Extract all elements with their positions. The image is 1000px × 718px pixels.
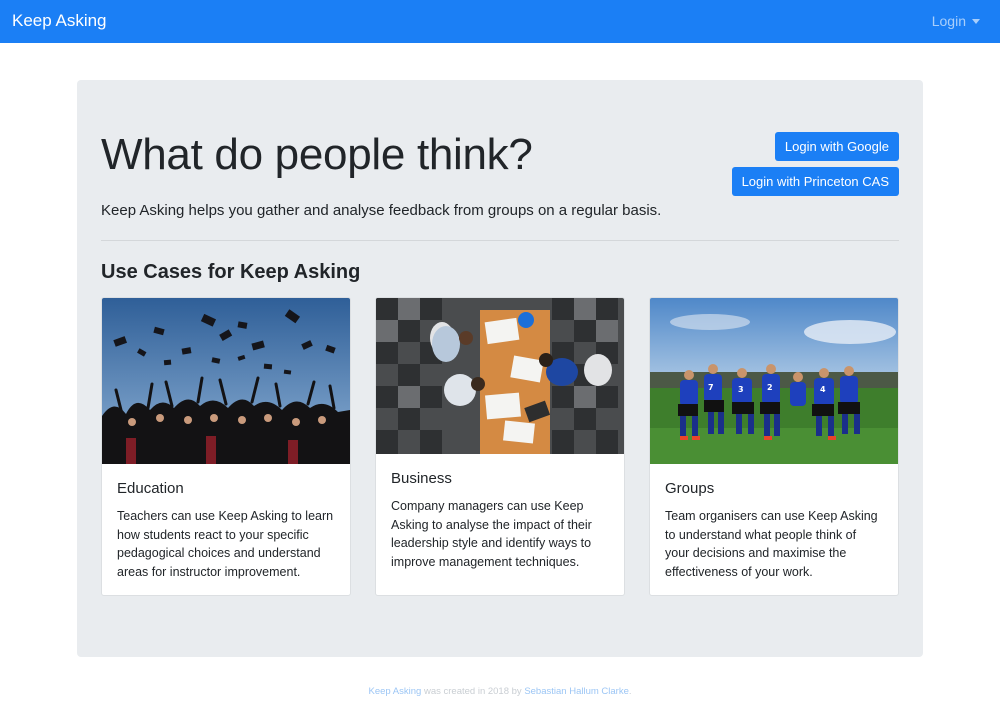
card-body: Groups Team organisers can use Keep Aski… [650,464,898,581]
login-google-button[interactable]: Login with Google [774,132,899,161]
footer-period: . [628,686,632,697]
card-text: Company managers can use Keep Asking to … [391,499,592,569]
svg-text:4: 4 [820,385,826,394]
card-title: Business [391,470,452,487]
card-business: Business Company managers can use Keep A… [375,297,625,596]
card-body: Business Company managers can use Keep A… [376,454,624,571]
login-label: Login [931,13,966,29]
card-groups: 7 3 2 4 Groups Team organisers can use K… [649,297,899,596]
login-dropdown[interactable]: Login [932,13,980,29]
card-text: Teachers can use Keep Asking to learn ho… [117,509,334,579]
page-title: What do people think? [101,130,533,179]
hero-lead: Keep Asking helps you gather and analyse… [101,202,662,219]
footer-text: was created in 2018 by [421,686,525,697]
svg-text:3: 3 [738,385,744,394]
card-title: Education [117,480,184,497]
svg-text:7: 7 [708,383,714,392]
graduation-image [102,298,350,464]
card-text: Team organisers can use Keep Asking to u… [665,509,878,579]
card-education: Education Teachers can use Keep Asking t… [101,297,351,596]
footer-author-link[interactable]: Sebastian Hallum Clarke [524,686,629,697]
login-cas-button[interactable]: Login with Princeton CAS [731,167,899,196]
svg-text:2: 2 [767,383,773,392]
card-body: Education Teachers can use Keep Asking t… [102,464,350,581]
divider [101,240,899,241]
caret-down-icon [972,19,980,24]
footer-app-link[interactable]: Keep Asking [369,686,422,697]
footer: Keep Asking was created in 2018 by Sebas… [0,686,1000,697]
section-title: Use Cases for Keep Asking [101,261,361,283]
card-title: Groups [665,480,715,497]
sports-team-image: 7 3 2 4 [650,298,898,464]
brand-link[interactable]: Keep Asking [12,11,107,31]
hero-jumbotron: What do people think? Keep Asking helps … [77,80,923,657]
navbar: Keep Asking Login [0,0,1000,43]
business-meeting-image [376,298,624,454]
